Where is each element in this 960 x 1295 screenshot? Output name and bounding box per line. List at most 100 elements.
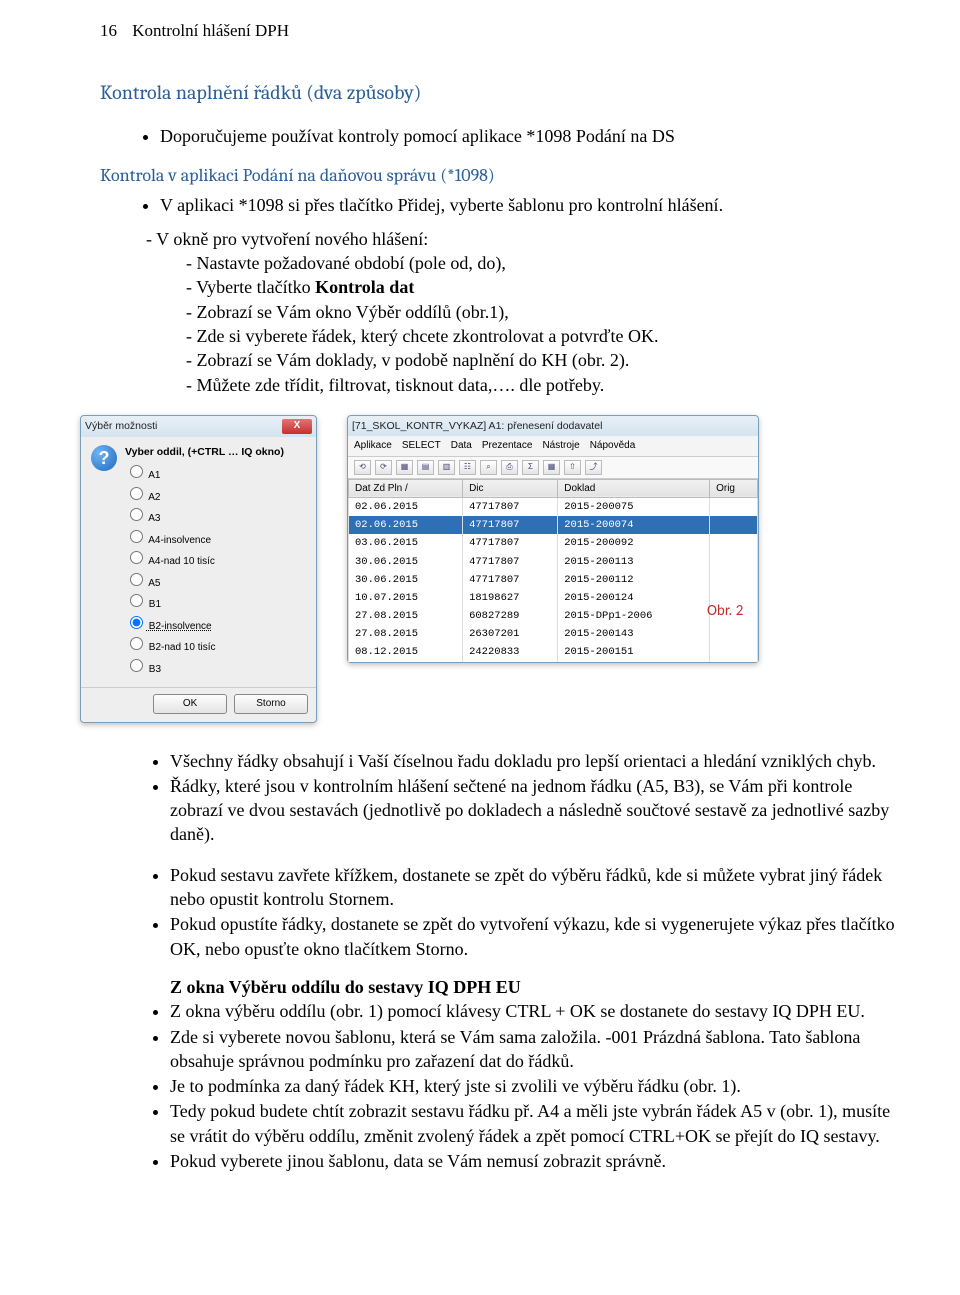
radio-option[interactable]: A2 xyxy=(125,484,284,505)
table-row[interactable]: 27.08.2015263072012015-200143 xyxy=(349,625,758,643)
radio-option[interactable]: A4-nad 10 tisíc xyxy=(125,548,284,569)
radio-input[interactable] xyxy=(130,616,143,629)
cancel-button[interactable]: Storno xyxy=(234,694,308,714)
page-number: 16 xyxy=(100,20,128,43)
column-header[interactable]: Dat Zd Pln / xyxy=(349,479,463,498)
list-item: Všechny řádky obsahují i Vaší číselnou ř… xyxy=(170,749,900,773)
toolbar-button-icon[interactable]: ☷ xyxy=(459,460,476,475)
column-header[interactable]: Orig xyxy=(710,479,758,498)
radio-group-header: Vyber oddil, (+CTRL … IQ okno) xyxy=(125,445,284,459)
toolbar-button-icon[interactable]: ▥ xyxy=(438,460,455,475)
dash-item: Zobrazí se Vám doklady, v podobě naplněn… xyxy=(200,348,900,372)
table-row[interactable]: 30.06.2015477178072015-200112 xyxy=(349,571,758,589)
table-row[interactable]: 27.08.2015608272892015-DPp1-2006 xyxy=(349,607,758,625)
table-row[interactable]: 02.06.2015477178072015-200074 xyxy=(349,516,758,534)
table-cell: 2015-200092 xyxy=(558,534,710,552)
radio-input[interactable] xyxy=(130,508,143,521)
table-cell: 2015-200074 xyxy=(558,516,710,534)
radio-option[interactable]: B1 xyxy=(125,591,284,612)
list-item: Z okna výběru oddílu (obr. 1) pomocí klá… xyxy=(170,999,900,1023)
column-header[interactable]: Doklad xyxy=(558,479,710,498)
table-cell: 47717807 xyxy=(463,498,558,517)
table-row[interactable]: 10.07.2015181986272015-200124 xyxy=(349,589,758,607)
radio-input[interactable] xyxy=(130,659,143,672)
menu-item[interactable]: SELECT xyxy=(402,439,441,453)
radio-option[interactable]: A4-insolvence xyxy=(125,527,284,548)
radio-option[interactable]: B2-nad 10 tisíc xyxy=(125,634,284,655)
lower-list-1: Všechny řádky obsahují i Vaší číselnou ř… xyxy=(100,749,900,961)
radio-input[interactable] xyxy=(130,551,143,564)
table-row[interactable]: 03.06.2015477178072015-200092 xyxy=(349,534,758,552)
table-cell: 47717807 xyxy=(463,516,558,534)
section-title-2: Kontrola v aplikaci Podání na daňovou sp… xyxy=(100,164,900,188)
menu-item[interactable]: Nápověda xyxy=(590,439,636,453)
dialog2-titlebar: [71_SKOL_KONTR_VYKAZ] A1: přenesení doda… xyxy=(348,416,758,436)
menu-item[interactable]: Prezentace xyxy=(482,439,533,453)
table-row[interactable]: 30.06.2015477178072015-200113 xyxy=(349,553,758,571)
radio-input[interactable] xyxy=(130,573,143,586)
toolbar-button-icon[interactable]: ▤ xyxy=(417,460,434,475)
radio-option[interactable]: A3 xyxy=(125,505,284,526)
toolbar-button-icon[interactable]: ⎙ xyxy=(501,460,518,475)
table-cell: 47717807 xyxy=(463,534,558,552)
list-item: Pokud sestavu zavřete křížkem, dostanete… xyxy=(170,863,900,912)
table-cell xyxy=(710,534,758,552)
table-cell: 47717807 xyxy=(463,571,558,589)
toolbar-button-icon[interactable]: ⟲ xyxy=(354,460,371,475)
table-cell: 2015-DPp1-2006 xyxy=(558,607,710,625)
table-cell: 30.06.2015 xyxy=(349,571,463,589)
radio-option[interactable]: B3 xyxy=(125,656,284,677)
table-cell: 08.12.2015 xyxy=(349,643,463,661)
table-row[interactable]: 02.06.2015477178072015-200075 xyxy=(349,498,758,517)
table-cell: 60827289 xyxy=(463,607,558,625)
table-cell: 10.07.2015 xyxy=(349,589,463,607)
sub-heading: Z okna Výběru oddílu do sestavy IQ DPH E… xyxy=(170,975,900,999)
toolbar-button-icon[interactable]: ▦ xyxy=(396,460,413,475)
table-cell: 2015-200075 xyxy=(558,498,710,517)
toolbar-button-icon[interactable]: Σ xyxy=(522,460,539,475)
toolbar-button-icon[interactable]: ⟳ xyxy=(375,460,392,475)
table-cell: 2015-200124 xyxy=(558,589,710,607)
toolbar-button-icon[interactable]: ⤴ xyxy=(585,460,602,475)
dash-item: Zde si vyberete řádek, který chcete zkon… xyxy=(200,324,900,348)
page-header: 16 Kontrolní hlášení DPH xyxy=(100,20,900,43)
table-cell: 2015-200113 xyxy=(558,553,710,571)
table-cell: 2015-200143 xyxy=(558,625,710,643)
close-icon[interactable]: X xyxy=(282,419,312,434)
dialog-select-section: Výběr možnosti X ? Vyber oddil, (+CTRL …… xyxy=(80,415,317,723)
radio-input[interactable] xyxy=(130,465,143,478)
toolbar-button-icon[interactable]: ⌕ xyxy=(480,460,497,475)
intro-bullet-list: Doporučujeme používat kontroly pomocí ap… xyxy=(100,124,900,148)
lower-list-3: Z okna výběru oddílu (obr. 1) pomocí klá… xyxy=(100,999,900,1173)
table-cell xyxy=(710,571,758,589)
table-cell: 03.06.2015 xyxy=(349,534,463,552)
figures-row: Výběr možnosti X ? Vyber oddil, (+CTRL …… xyxy=(80,415,900,723)
radio-input[interactable] xyxy=(130,487,143,500)
menu-item[interactable]: Aplikace xyxy=(354,439,392,453)
radio-input[interactable] xyxy=(130,637,143,650)
toolbar-button-icon[interactable]: ⇧ xyxy=(564,460,581,475)
table-cell: 02.06.2015 xyxy=(349,516,463,534)
table-row[interactable]: 08.12.2015242208332015-200151 xyxy=(349,643,758,661)
table-cell xyxy=(710,643,758,661)
dash-item: Zobrazí se Vám okno Výběr oddílů (obr.1)… xyxy=(200,300,900,324)
table-cell: 27.08.2015 xyxy=(349,607,463,625)
menubar: Aplikace SELECT Data Prezentace Nástroje Nápo… xyxy=(348,436,758,457)
list-item: Pokud vyberete jinou šablonu, data se Vá… xyxy=(170,1149,900,1173)
dialog1-titlebar: Výběr možnosti X xyxy=(81,416,316,437)
figure-2-wrap: [71_SKOL_KONTR_VYKAZ] A1: přenesení doda… xyxy=(347,415,759,723)
dialog2-title: [71_SKOL_KONTR_VYKAZ] A1: přenesení doda… xyxy=(352,419,602,433)
menu-item[interactable]: Data xyxy=(451,439,472,453)
radio-option[interactable]: A1 xyxy=(125,462,284,483)
radio-input[interactable] xyxy=(130,594,143,607)
menu-item[interactable]: Nástroje xyxy=(542,439,579,453)
ok-button[interactable]: OK xyxy=(153,694,227,714)
radio-option[interactable]: B2-insolvence xyxy=(125,613,284,634)
radio-option[interactable]: A5 xyxy=(125,570,284,591)
dialog1-body: ? Vyber oddil, (+CTRL … IQ okno) A1 A2 A… xyxy=(81,437,316,687)
dialog1-footer: OK Storno xyxy=(81,687,316,722)
bullet-lead: V aplikaci *1098 si přes tlačítko Přidej… xyxy=(160,193,900,217)
radio-input[interactable] xyxy=(130,530,143,543)
column-header[interactable]: Dic xyxy=(463,479,558,498)
toolbar-button-icon[interactable]: ▦ xyxy=(543,460,560,475)
